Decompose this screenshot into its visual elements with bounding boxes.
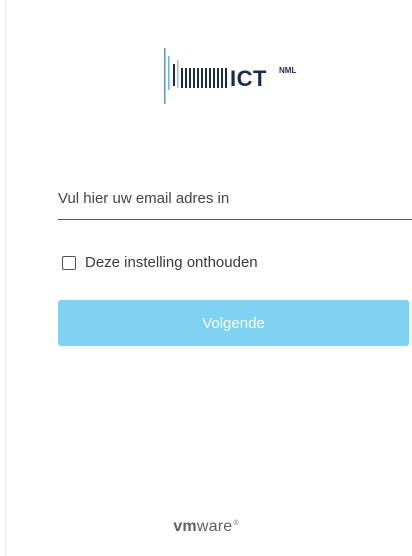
barcode-logo-icon xyxy=(164,48,227,104)
remember-label: Deze instelling onthouden xyxy=(85,254,258,271)
next-button[interactable]: Volgende xyxy=(58,300,409,346)
ict-nml-logo: ICT NML xyxy=(160,46,320,110)
registered-mark: ® xyxy=(233,519,239,527)
logo-ict-text: ICT xyxy=(230,66,267,91)
email-field-container xyxy=(58,186,412,220)
email-field[interactable] xyxy=(58,186,412,220)
logo-nml-superscript: NML xyxy=(279,66,297,75)
remember-checkbox[interactable] xyxy=(62,255,76,270)
remember-setting[interactable]: Deze instelling onthouden xyxy=(62,254,258,271)
vmware-logo: vmware® xyxy=(0,518,412,536)
login-page: ICT NML Deze instelling onthouden Volgen… xyxy=(0,0,412,556)
vmware-logo-vm: vm xyxy=(173,518,197,535)
vmware-logo-ware: ware xyxy=(196,518,233,535)
left-border-divider xyxy=(5,0,6,556)
